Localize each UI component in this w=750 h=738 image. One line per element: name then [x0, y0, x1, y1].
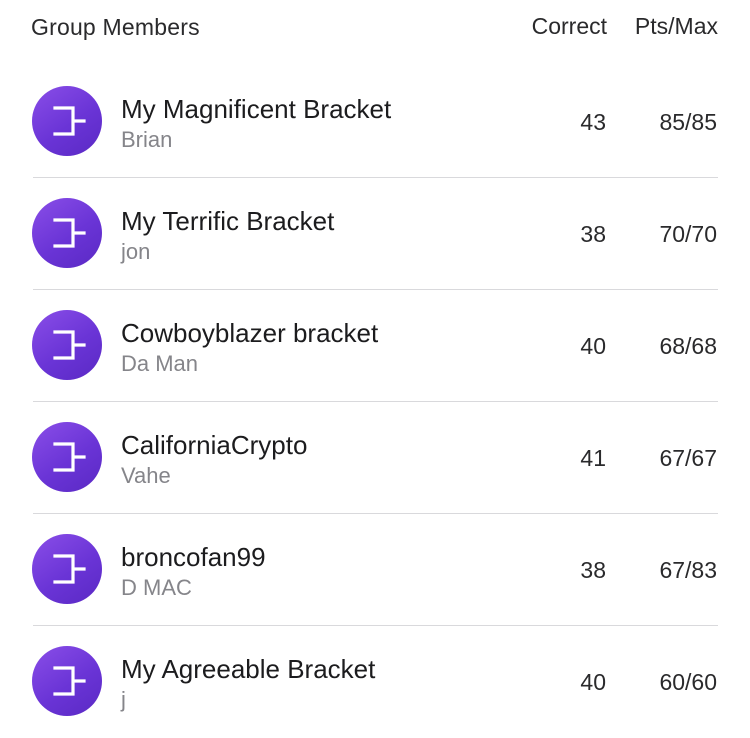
bracket-name: My Agreeable Bracket: [121, 654, 376, 684]
correct-count: 38: [580, 221, 606, 247]
correct-count: 41: [580, 445, 606, 471]
pts-max: 70/70: [659, 221, 717, 247]
pts-max: 85/85: [659, 109, 717, 135]
bracket-icon: [32, 422, 102, 492]
pts-max-column-header[interactable]: Pts/Max: [635, 13, 718, 40]
pts-max: 67/83: [659, 557, 717, 583]
pts-max: 67/67: [659, 445, 717, 471]
member-row[interactable]: broncofan99 D MAC 38 67/83: [0, 514, 750, 626]
bracket-owner: jon: [121, 239, 151, 264]
bracket-owner: Da Man: [121, 351, 199, 376]
member-row[interactable]: Cowboyblazer bracket Da Man 40 68/68: [0, 290, 750, 402]
bracket-icon: [32, 198, 102, 268]
correct-column-header[interactable]: Correct: [532, 13, 607, 40]
member-row[interactable]: My Terrific Bracket jon 38 70/70: [0, 178, 750, 290]
bracket-icon: [32, 310, 102, 380]
bracket-icon: [32, 86, 102, 156]
bracket-name: My Magnificent Bracket: [121, 94, 392, 124]
correct-count: 40: [580, 669, 606, 695]
bracket-icon: [32, 646, 102, 716]
section-title: Group Members: [31, 14, 200, 40]
bracket-name: My Terrific Bracket: [121, 206, 335, 236]
bracket-name: Cowboyblazer bracket: [121, 318, 379, 348]
bracket-name: CaliforniaCrypto: [121, 430, 308, 460]
bracket-name: broncofan99: [121, 542, 266, 572]
pts-max: 60/60: [659, 669, 717, 695]
bracket-owner: Vahe: [121, 463, 171, 488]
bracket-owner: Brian: [121, 127, 173, 152]
members-list: My Magnificent Bracket Brian 43 85/85 My…: [0, 66, 750, 738]
correct-count: 38: [580, 557, 606, 583]
group-members-header: Group Members Correct Pts/Max: [0, 0, 750, 60]
bracket-owner: j: [121, 687, 126, 712]
member-row[interactable]: CaliforniaCrypto Vahe 41 67/67: [0, 402, 750, 514]
bracket-icon: [32, 534, 102, 604]
member-row[interactable]: My Agreeable Bracket j 40 60/60: [0, 626, 750, 738]
correct-count: 43: [580, 109, 606, 135]
bracket-owner: D MAC: [121, 575, 192, 600]
member-row[interactable]: My Magnificent Bracket Brian 43 85/85: [0, 66, 750, 178]
correct-count: 40: [580, 333, 606, 359]
pts-max: 68/68: [659, 333, 717, 359]
